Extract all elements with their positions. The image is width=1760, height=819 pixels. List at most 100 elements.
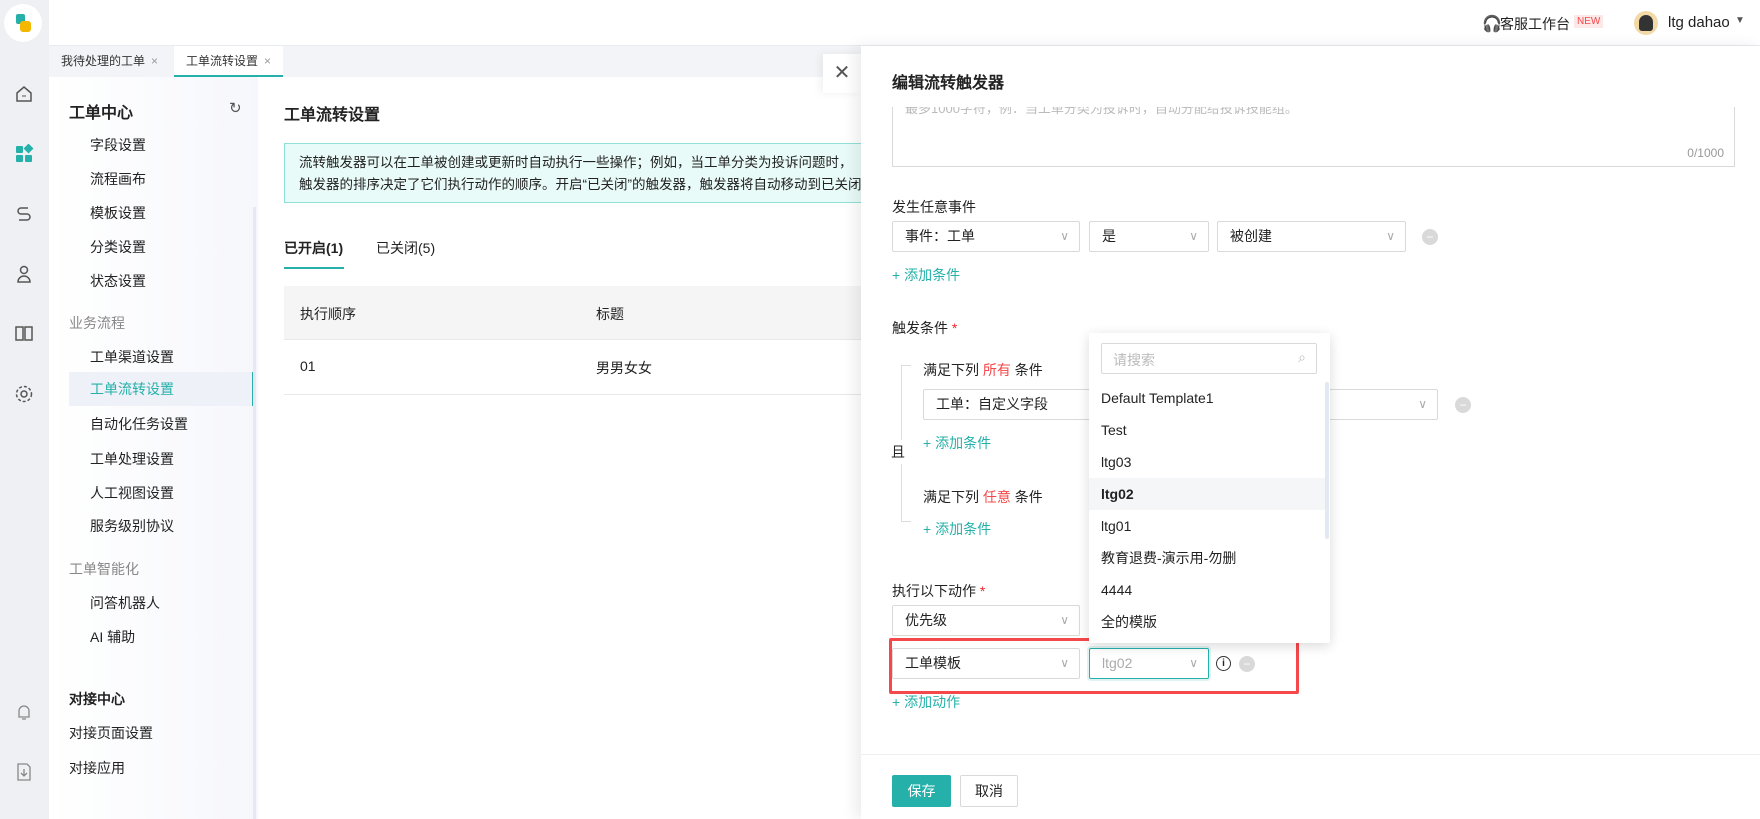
app-logo[interactable]: [4, 4, 42, 42]
cancel-button[interactable]: 取消: [960, 775, 1018, 807]
scrollbar[interactable]: [253, 207, 256, 819]
dropdown-option[interactable]: 4444: [1089, 574, 1325, 606]
bell-icon[interactable]: [12, 700, 36, 724]
dropdown-option[interactable]: 教育退费-演示用-勿删: [1089, 542, 1325, 574]
download-icon[interactable]: [12, 760, 36, 784]
dropdown-option[interactable]: ltg01: [1089, 510, 1325, 542]
close-icon[interactable]: ×: [151, 54, 158, 68]
new-badge: NEW: [1574, 15, 1604, 28]
column-header: 执行顺序: [300, 306, 356, 322]
user-icon[interactable]: [12, 262, 36, 286]
tab-underline: [284, 267, 344, 269]
t: 条件: [1010, 362, 1043, 378]
dropdown-option[interactable]: Default Template1: [1089, 382, 1325, 414]
info-icon[interactable]: i: [1216, 656, 1231, 671]
flow-icon[interactable]: [12, 202, 36, 226]
close-icon[interactable]: ×: [264, 54, 271, 68]
avatar[interactable]: [1634, 11, 1658, 35]
description-textarea[interactable]: 最多1000字符，例：当工单分类为投诉时，自动分配给投诉技能组。 0/1000: [892, 107, 1735, 167]
remove-icon[interactable]: −: [1422, 229, 1438, 245]
nav-item[interactable]: 状态设置: [90, 271, 146, 291]
nav-item[interactable]: 工单处理设置: [90, 449, 174, 469]
nav-item[interactable]: 字段设置: [90, 135, 146, 155]
event-value-select[interactable]: 被创建 ∨: [1217, 221, 1406, 252]
search-icon: ⌕: [1298, 349, 1306, 365]
select-value: 事件：工单: [905, 228, 975, 244]
dropdown-option[interactable]: ltg03: [1089, 446, 1325, 478]
event-label: 发生任意事件: [892, 199, 976, 215]
add-condition-button[interactable]: + 添加条件: [923, 433, 991, 453]
action-type-select[interactable]: 优先级 ∨: [892, 605, 1080, 636]
add-condition-button[interactable]: + 添加条件: [892, 265, 960, 285]
select-value: 优先级: [905, 612, 947, 628]
home-icon[interactable]: [12, 82, 36, 106]
dropdown-option[interactable]: 全的模版: [1089, 606, 1325, 638]
tab-my-tickets[interactable]: 我待处理的工单 ×: [49, 46, 170, 77]
and-label: 且: [891, 440, 905, 464]
action-type-select[interactable]: 工单模板 ∨: [892, 648, 1080, 679]
apps-icon[interactable]: [12, 142, 36, 166]
main-content: 工单流转设置 流转触发器可以在工单被创建或更新时自动执行一些操作；例如，当工单分…: [258, 77, 904, 819]
nav-item[interactable]: 服务级别协议: [90, 516, 174, 536]
nav-item[interactable]: 人工视图设置: [90, 483, 174, 503]
footer-divider: [861, 754, 1760, 755]
drawer-title: 编辑流转触发器: [892, 75, 1005, 92]
t: 条件: [1010, 489, 1043, 505]
any-conditions-label: 满足下列 任意 条件: [923, 487, 1043, 507]
info-text: 流转触发器可以在工单被创建或更新时自动执行一些操作；例如，当工单分类为投诉问题时…: [299, 155, 853, 170]
dropdown-scrollbar[interactable]: [1325, 382, 1329, 539]
dropdown-search-input[interactable]: 请搜索 ⌕: [1101, 343, 1317, 374]
search-placeholder: 请搜索: [1113, 352, 1155, 368]
workbench-link[interactable]: 客服工作台: [1500, 14, 1570, 34]
nav-item[interactable]: 对接页面设置: [69, 723, 153, 743]
char-counter: 0/1000: [1687, 146, 1724, 160]
page-title: 工单流转设置: [284, 107, 381, 124]
chevron-down-icon: ∨: [1189, 229, 1198, 243]
template-select[interactable]: ltg02 ∨: [1089, 648, 1209, 679]
table-header: 执行顺序 标题: [284, 286, 904, 340]
t: 所有: [982, 362, 1011, 378]
description-placeholder: 最多1000字符，例：当工单分类为投诉时，自动分配给投诉技能组。: [905, 107, 1298, 116]
nav-item[interactable]: 问答机器人: [90, 593, 160, 613]
caret-down-icon[interactable]: ▼: [1735, 15, 1745, 26]
nav-item[interactable]: 模板设置: [90, 203, 146, 223]
event-operator-select[interactable]: 是 ∨: [1089, 221, 1209, 252]
column-header: 标题: [596, 306, 624, 322]
save-button[interactable]: 保存: [892, 775, 951, 807]
dropdown-option-hovered[interactable]: ltg02: [1089, 478, 1325, 510]
nav-item[interactable]: 分类设置: [90, 237, 146, 257]
chevron-down-icon: ∨: [1060, 229, 1069, 243]
book-icon[interactable]: [12, 321, 36, 345]
required-mark: *: [951, 320, 958, 336]
table-row[interactable]: 01 男男女女: [284, 340, 904, 395]
event-type-select[interactable]: 事件：工单 ∨: [892, 221, 1080, 252]
nav-item[interactable]: AI 辅助: [90, 627, 135, 647]
remove-icon[interactable]: −: [1455, 397, 1471, 413]
settings-nav: 工单中心 ↻ 字段设置 流程画布 模板设置 分类设置 状态设置 业务流程 工单渠…: [49, 77, 258, 819]
headset-icon[interactable]: 🎧: [1482, 14, 1502, 34]
tab-open[interactable]: 已开启(1): [284, 238, 343, 258]
select-value: 被创建: [1230, 228, 1272, 244]
tab-flow-settings[interactable]: 工单流转设置 ×: [174, 46, 284, 77]
refresh-icon[interactable]: ↻: [229, 99, 242, 117]
drawer-close-button[interactable]: ✕: [823, 54, 861, 93]
dropdown-option[interactable]: Test: [1089, 414, 1325, 446]
nav-item[interactable]: 流程画布: [90, 169, 146, 189]
info-banner: 流转触发器可以在工单被创建或更新时自动执行一些操作；例如，当工单分类为投诉问题时…: [284, 143, 904, 203]
user-name[interactable]: ltg dahao: [1668, 14, 1730, 31]
action-label: 执行以下动作 *: [892, 581, 985, 601]
nav-item-active[interactable]: 工单流转设置: [69, 372, 254, 406]
nav-item[interactable]: 工单渠道设置: [90, 347, 174, 367]
nav-section: 工单智能化: [69, 561, 139, 577]
tab-label: 我待处理的工单: [61, 54, 146, 68]
nav-item[interactable]: 自动化任务设置: [90, 414, 188, 434]
add-action-button[interactable]: + 添加动作: [892, 692, 960, 712]
add-condition-button[interactable]: + 添加条件: [923, 519, 991, 539]
nav-item[interactable]: 对接应用: [69, 758, 125, 778]
nav-section-connect: 对接中心: [69, 691, 125, 707]
tab-closed[interactable]: 已关闭(5): [376, 238, 435, 258]
remove-icon[interactable]: −: [1239, 656, 1255, 672]
label-text: 执行以下动作: [892, 583, 976, 599]
gear-icon[interactable]: [12, 382, 36, 406]
page-tabs: 我待处理的工单 × 工单流转设置 ×: [49, 46, 861, 77]
